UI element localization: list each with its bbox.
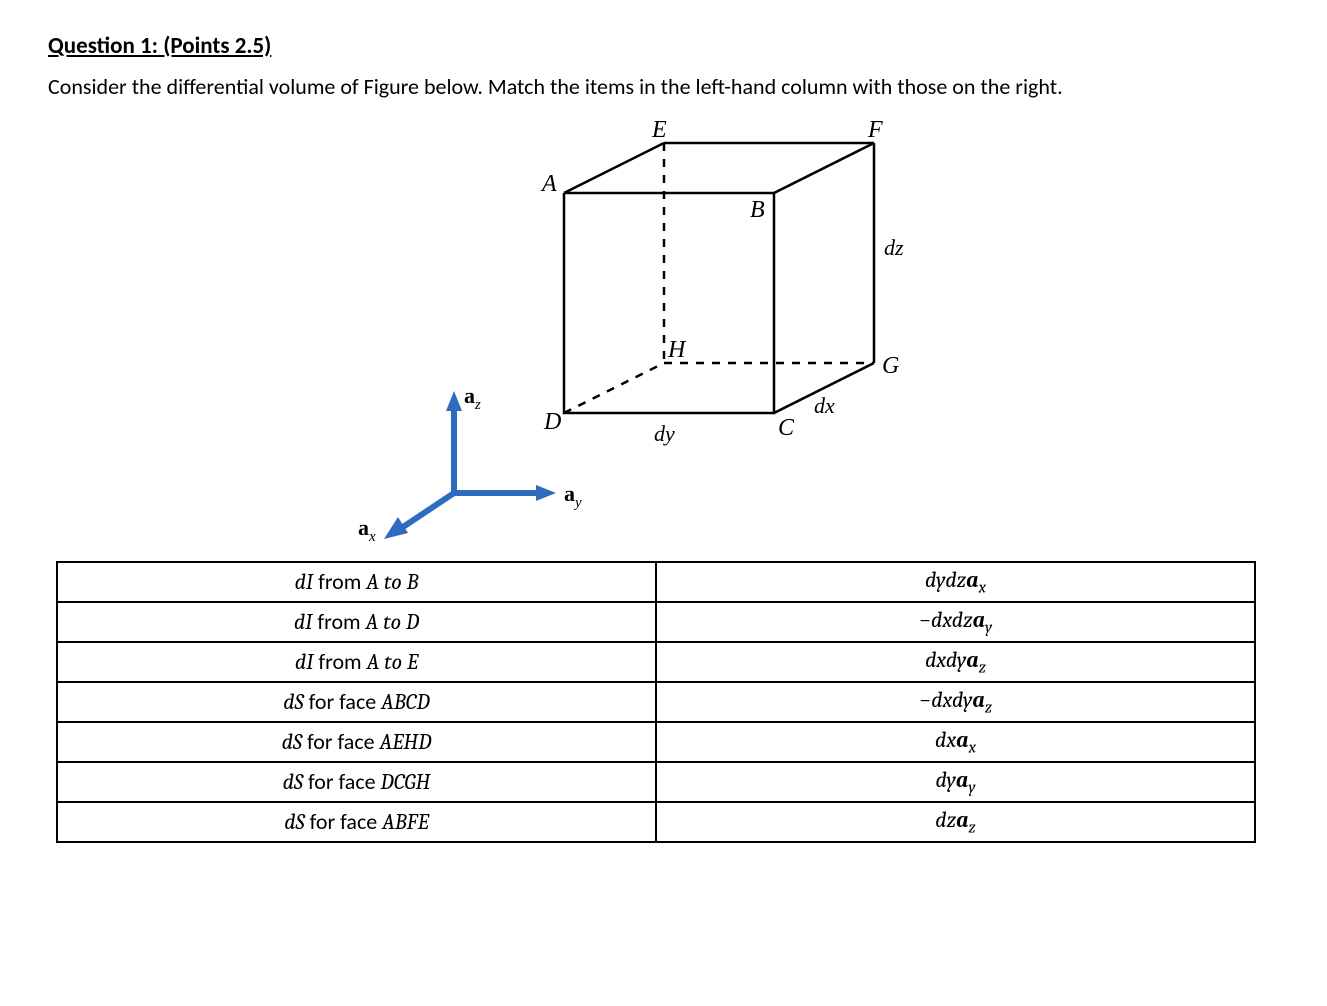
- vertex-E: E: [651, 117, 667, 143]
- question-title: Question 1: (Points 2.5): [48, 32, 1279, 60]
- table-row: dS for face ABCD −dxdyaz: [57, 682, 1255, 722]
- right-cell: dxax: [656, 722, 1255, 762]
- axis-label-ax: ax: [358, 515, 376, 545]
- right-cell: dydzax: [656, 562, 1255, 602]
- match-table: dI from A to B dydzax dI from A to D −dx…: [56, 561, 1256, 843]
- cube-icon: [564, 143, 874, 413]
- vertex-F: F: [867, 117, 883, 143]
- right-cell: −dxdzay: [656, 602, 1255, 642]
- left-cell: dI from A to B: [57, 562, 656, 602]
- table-row: dS for face DCGH dyay: [57, 762, 1255, 802]
- figure-container: az ay ax A B: [48, 113, 1279, 553]
- axes-icon: [384, 391, 556, 539]
- table-row: dS for face AEHD dxax: [57, 722, 1255, 762]
- edge-dx: dx: [814, 393, 835, 418]
- vertex-C: C: [778, 415, 795, 441]
- edge-dz: dz: [884, 235, 904, 260]
- left-cell: dI from A to D: [57, 602, 656, 642]
- table-row: dI from A to B dydzax: [57, 562, 1255, 602]
- axis-label-az: az: [464, 383, 481, 413]
- left-cell: dS for face ABCD: [57, 682, 656, 722]
- right-cell: dzaz: [656, 802, 1255, 842]
- differential-volume-figure: az ay ax A B: [354, 113, 974, 553]
- left-cell: dI from A to E: [57, 642, 656, 682]
- vertex-labels: A B C D E F G H: [540, 117, 899, 441]
- table-row: dI from A to E dxdyaz: [57, 642, 1255, 682]
- right-cell: dxdyaz: [656, 642, 1255, 682]
- right-cell: −dxdyaz: [656, 682, 1255, 722]
- left-cell: dS for face AEHD: [57, 722, 656, 762]
- vertex-A: A: [540, 171, 557, 197]
- left-cell: dS for face DCGH: [57, 762, 656, 802]
- axis-label-ay: ay: [564, 481, 582, 511]
- edge-dy: dy: [654, 421, 675, 446]
- vertex-D: D: [543, 409, 561, 435]
- table-row: dS for face ABFE dzaz: [57, 802, 1255, 842]
- page: Question 1: (Points 2.5) Consider the di…: [0, 0, 1327, 891]
- vertex-B: B: [750, 197, 765, 223]
- question-body: Consider the differential volume of Figu…: [48, 72, 1279, 103]
- left-cell: dS for face ABFE: [57, 802, 656, 842]
- vertex-G: G: [882, 353, 899, 379]
- vertex-H: H: [667, 337, 687, 363]
- table-row: dI from A to D −dxdzay: [57, 602, 1255, 642]
- right-cell: dyay: [656, 762, 1255, 802]
